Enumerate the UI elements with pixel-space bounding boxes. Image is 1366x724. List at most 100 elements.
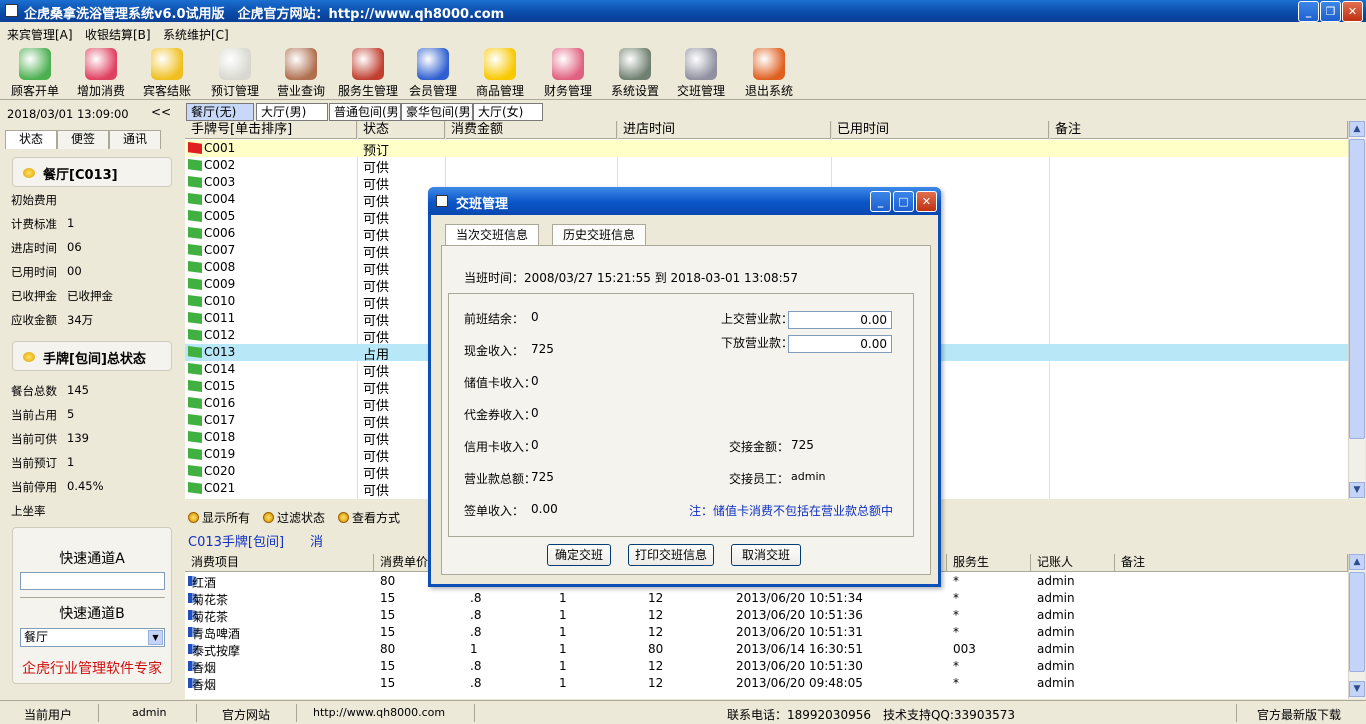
flag-icon bbox=[188, 397, 202, 409]
info-row: 当前占用 5 bbox=[11, 407, 74, 423]
tab-area-hall-female[interactable]: 大厅(女) bbox=[473, 103, 543, 121]
cell-amount: 12 bbox=[648, 608, 664, 622]
col-header-tag[interactable]: 手牌号[单击排序] bbox=[185, 121, 357, 139]
info-label: 应收金额 bbox=[11, 313, 57, 327]
sign-value: 0.00 bbox=[531, 502, 558, 516]
toolbar-label: 系统设置 bbox=[610, 84, 659, 98]
col-header-waiter[interactable]: 服务生 bbox=[947, 554, 1031, 572]
tab-history-shift[interactable]: 历史交班信息 bbox=[552, 224, 647, 246]
toolbar-button-4[interactable]: 营业查询 bbox=[268, 46, 334, 98]
col-header-amount[interactable]: 消费金额 bbox=[445, 121, 617, 139]
col-header-elapsed[interactable]: 已用时间 bbox=[831, 121, 1049, 139]
settings-icon bbox=[619, 48, 651, 80]
restore-button[interactable]: ❐ bbox=[1320, 1, 1341, 22]
table-row[interactable]: C002 可供 bbox=[185, 157, 1348, 176]
flag-icon bbox=[188, 193, 202, 205]
collapse-button[interactable]: << bbox=[151, 105, 171, 119]
table-row[interactable]: 香烟 15 .8 1 12 2013/06/20 09:48:05 * admin bbox=[185, 675, 1348, 692]
toolbar-button-2[interactable]: 宾客结账 bbox=[134, 46, 200, 98]
cell-disc: .8 bbox=[470, 608, 482, 622]
col-header-item[interactable]: 消费项目 bbox=[185, 554, 374, 572]
col-header-checkin[interactable]: 进店时间 bbox=[617, 121, 831, 139]
tab-status[interactable]: 状态 bbox=[5, 130, 57, 149]
info-label: 已收押金 bbox=[11, 289, 57, 303]
print-shift-button[interactable]: 打印交班信息 bbox=[628, 544, 714, 566]
scroll-down-icon[interactable]: ▼ bbox=[1349, 482, 1365, 498]
quick-a-input[interactable] bbox=[20, 572, 165, 590]
scroll-thumb[interactable] bbox=[1349, 572, 1365, 672]
filter-view[interactable]: 查看方式 bbox=[338, 509, 400, 526]
close-button[interactable]: ✕ bbox=[1342, 1, 1363, 22]
menu-system[interactable]: 系统维护[C] bbox=[163, 26, 229, 43]
info-value: 0.45% bbox=[67, 479, 104, 493]
toolbar-label: 服务生管理 bbox=[337, 84, 398, 98]
tab-current-shift[interactable]: 当次交班信息 bbox=[445, 224, 540, 246]
status-download[interactable]: 官方最新版下载 bbox=[1257, 706, 1341, 723]
filter-status[interactable]: 过滤状态 bbox=[263, 509, 325, 526]
toolbar-button-9[interactable]: 系统设置 bbox=[602, 46, 668, 98]
toolbar-button-1[interactable]: 增加消费 bbox=[68, 46, 134, 98]
scroll-up-icon[interactable]: ▲ bbox=[1349, 121, 1365, 137]
col-header-clerk[interactable]: 记账人 bbox=[1031, 554, 1115, 572]
toolbar-button-3[interactable]: 预订管理 bbox=[202, 46, 268, 98]
cell-time: 2013/06/20 10:51:34 bbox=[736, 591, 863, 605]
toolbar-button-10[interactable]: 交班管理 bbox=[668, 46, 734, 98]
toolbar-label: 商品管理 bbox=[475, 84, 524, 98]
table-row[interactable]: 菊花茶 15 .8 1 12 2013/06/20 10:51:34 * admin bbox=[185, 590, 1348, 607]
tab-area-room-male[interactable]: 普通包间(男) bbox=[329, 103, 401, 121]
col-header-note[interactable]: 备注 bbox=[1115, 554, 1348, 572]
toolbar-button-11[interactable]: 退出系统 bbox=[736, 46, 802, 98]
handover-amount-input[interactable]: 0.00 bbox=[788, 311, 892, 329]
menu-cashier[interactable]: 收银结算[B] bbox=[85, 26, 151, 43]
cell-clerk: admin bbox=[1037, 676, 1075, 690]
chevron-down-icon[interactable]: ▼ bbox=[148, 630, 163, 645]
toolbar-button-8[interactable]: 财务管理 bbox=[535, 46, 601, 98]
info-value: 139 bbox=[67, 431, 89, 445]
tab-area-vip-male[interactable]: 豪华包间(男) bbox=[401, 103, 473, 121]
toolbar-button-5[interactable]: 服务生管理 bbox=[335, 46, 401, 98]
toolbar-button-6[interactable]: 会员管理 bbox=[400, 46, 466, 98]
minimize-button[interactable]: _ bbox=[1298, 1, 1319, 22]
menu-guest[interactable]: 来宾管理[A] bbox=[7, 26, 73, 43]
status-phone: 联系电话：18992030956 技术支持QQ:33903573 bbox=[727, 708, 1015, 722]
dialog-note: 注：储值卡消费不包括在营业款总额中 bbox=[689, 504, 894, 518]
filter-show-all[interactable]: 显示所有 bbox=[188, 509, 250, 526]
toolbar-button-7[interactable]: 商品管理 bbox=[467, 46, 533, 98]
table-row[interactable]: 青岛啤酒 15 .8 1 12 2013/06/20 10:51:31 * admin bbox=[185, 624, 1348, 641]
scroll-thumb[interactable] bbox=[1349, 139, 1365, 439]
tab-notes[interactable]: 便签 bbox=[57, 130, 109, 149]
grid2-scrollbar[interactable]: ▲ ▼ bbox=[1348, 554, 1365, 699]
cell-price: 15 bbox=[380, 591, 396, 605]
cancel-shift-button[interactable]: 取消交班 bbox=[731, 544, 801, 566]
col-header-status[interactable]: 状态 bbox=[357, 121, 445, 139]
table-row[interactable]: C001 预订 bbox=[185, 140, 1348, 159]
table-row[interactable]: 泰式按摩 80 1 1 80 2013/06/14 16:30:51 003 admin bbox=[185, 641, 1348, 658]
toolbar-button-0[interactable]: 顾客开单 bbox=[2, 46, 68, 98]
transfer-value: 725 bbox=[791, 438, 814, 452]
tag-id: C010 bbox=[204, 294, 236, 308]
dialog-maximize-button[interactable]: □ bbox=[893, 191, 914, 212]
table-row[interactable]: 菊花茶 15 .8 1 12 2013/06/20 10:51:36 * admin bbox=[185, 607, 1348, 624]
col-header-remark[interactable]: 备注 bbox=[1049, 121, 1348, 139]
cell-amount: 12 bbox=[648, 659, 664, 673]
confirm-shift-button[interactable]: 确定交班 bbox=[547, 544, 611, 566]
cell-waiter: * bbox=[953, 676, 959, 690]
prev-balance-value: 0 bbox=[531, 310, 539, 324]
tab-contact[interactable]: 通讯 bbox=[109, 130, 161, 149]
grid1-scrollbar[interactable]: ▲ ▼ bbox=[1348, 121, 1365, 499]
tag-id: C016 bbox=[204, 396, 236, 410]
status-site[interactable]: http://www.qh8000.com bbox=[313, 706, 445, 719]
scroll-down-icon[interactable]: ▼ bbox=[1349, 681, 1365, 697]
cell-time: 2013/06/20 10:51:31 bbox=[736, 625, 863, 639]
scroll-up-icon[interactable]: ▲ bbox=[1349, 554, 1365, 570]
dialog-close-button[interactable]: ✕ bbox=[916, 191, 937, 212]
toolbar: 顾客开单 增加消费 宾客结账 预订管理 营业查询 服务生管理 会员管理 商品管理 财务管理 系统设… bbox=[0, 42, 1366, 100]
tab-area-dining[interactable]: 餐厅(无) bbox=[186, 103, 254, 121]
tab-area-hall-male[interactable]: 大厅(男) bbox=[256, 103, 328, 121]
tag-id: C018 bbox=[204, 430, 236, 444]
dialog-minimize-button[interactable]: _ bbox=[870, 191, 891, 212]
table-row[interactable]: 香烟 15 .8 1 12 2013/06/20 10:51:30 * admin bbox=[185, 658, 1348, 675]
leave-amount-input[interactable]: 0.00 bbox=[788, 335, 892, 353]
info-row: 当前停用 0.45% bbox=[11, 479, 104, 495]
quick-b-select[interactable]: 餐厅 ▼ bbox=[20, 628, 165, 647]
